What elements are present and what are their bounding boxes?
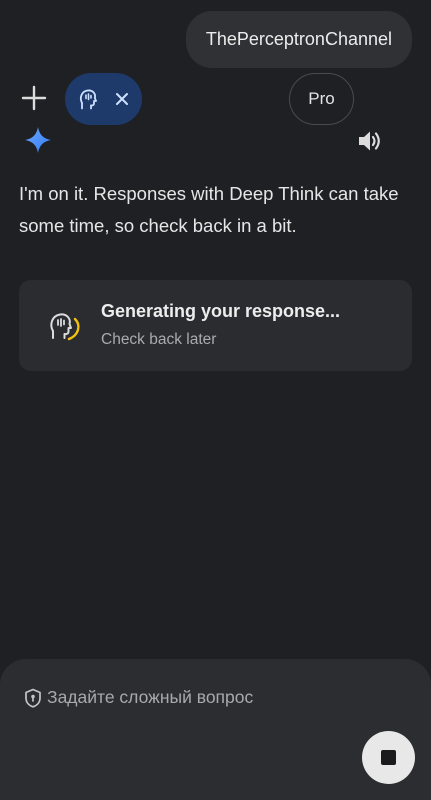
status-subtitle: Check back later: [101, 331, 217, 348]
prompt-row: [24, 687, 377, 708]
speaker-icon[interactable]: [357, 129, 383, 153]
close-icon[interactable]: [115, 92, 129, 106]
assistant-reply-text: I'm on it. Responses with Deep Think can…: [19, 183, 399, 236]
deep-think-icon: [50, 313, 80, 341]
add-attachment-icon[interactable]: [20, 84, 48, 112]
model-selector-button[interactable]: Pro: [289, 73, 354, 125]
user-message-text: ThePerceptronChannel: [205, 29, 392, 49]
status-title: Generating your response...: [101, 301, 341, 321]
stop-icon: [381, 750, 396, 765]
generating-status-card[interactable]: Generating your response... Check back l…: [19, 280, 412, 371]
gemini-spark-icon: [25, 127, 51, 153]
stop-generation-button[interactable]: [362, 731, 415, 784]
deep-think-mode-chip[interactable]: [65, 73, 142, 125]
user-message-bubble: ThePerceptronChannel: [185, 11, 412, 68]
shield-lock-icon: [25, 688, 41, 708]
deep-think-icon: [79, 89, 97, 110]
composer-panel: [0, 659, 431, 800]
chat-screen: ThePerceptronChannel I'm on it. Response…: [0, 0, 431, 800]
prompt-input[interactable]: [47, 687, 377, 708]
model-label: Pro: [308, 89, 335, 108]
